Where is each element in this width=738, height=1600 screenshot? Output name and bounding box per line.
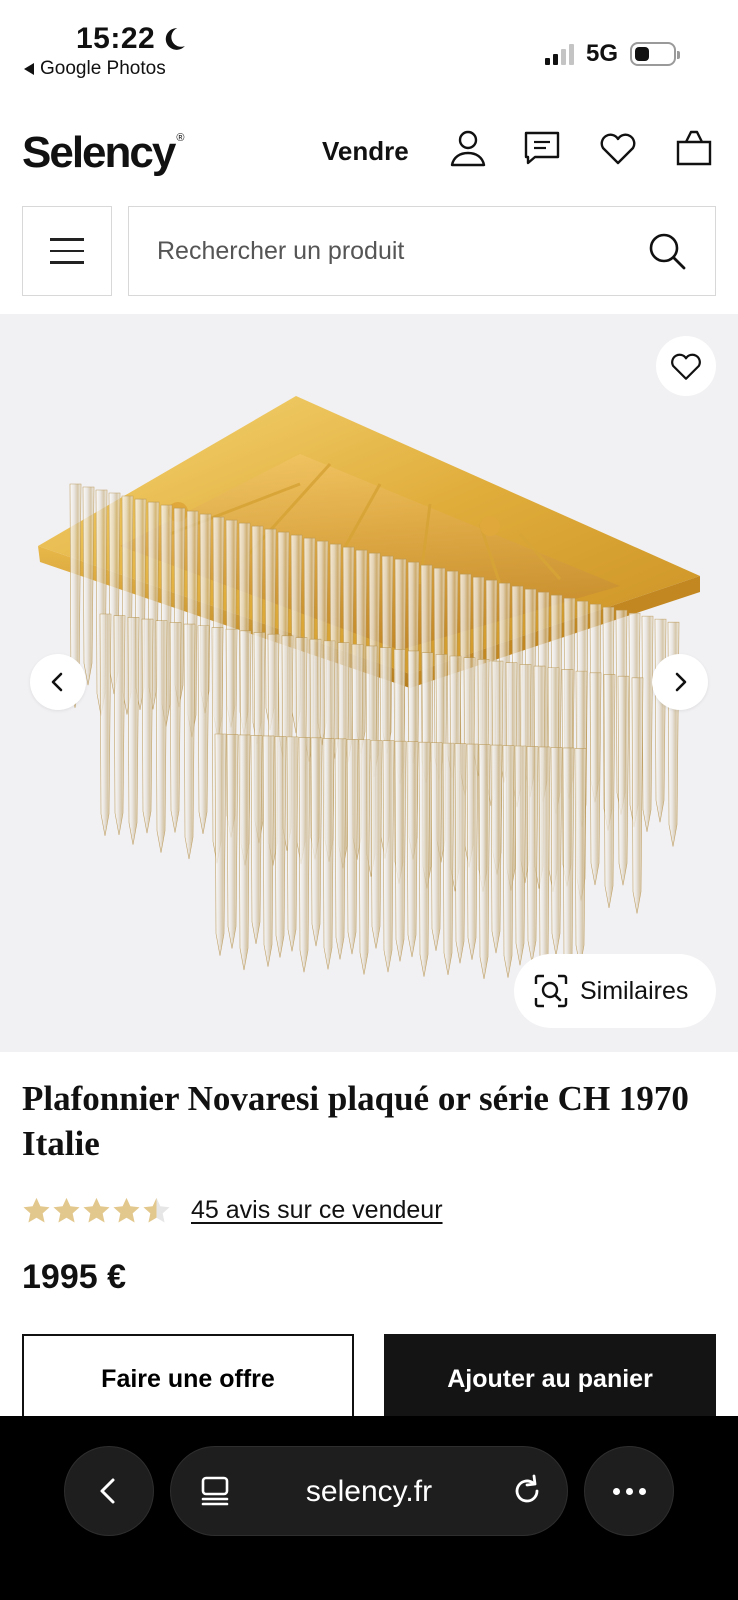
similar-button[interactable]: Similaires (514, 954, 716, 1028)
status-indicators: 5G (544, 40, 680, 68)
address-bar[interactable]: selency.fr (170, 1446, 568, 1536)
next-image-button[interactable] (652, 654, 708, 710)
previous-image-button[interactable] (30, 654, 86, 710)
time-text: 15:22 (76, 22, 156, 55)
browser-toolbar: selency.fr (0, 1416, 738, 1600)
reload-icon[interactable] (509, 1473, 545, 1509)
back-app-label: Google Photos (40, 58, 166, 79)
heart-icon[interactable] (598, 128, 638, 168)
star-icon (53, 1197, 80, 1223)
search-input[interactable] (157, 207, 627, 295)
search-icon[interactable] (647, 231, 687, 271)
menu-button[interactable] (22, 206, 112, 296)
star-icon (143, 1197, 170, 1223)
battery-icon (630, 42, 680, 66)
chevron-left-icon (51, 672, 63, 692)
bag-icon[interactable] (674, 128, 714, 168)
product-price: 1995 € (22, 1258, 126, 1296)
message-icon[interactable] (522, 128, 562, 168)
url-text: selency.fr (305, 1475, 433, 1508)
search-bar[interactable] (128, 206, 716, 296)
visual-search-icon (534, 974, 568, 1008)
star-rating (22, 1196, 171, 1225)
back-triangle-icon (24, 63, 34, 75)
menu-line (50, 238, 84, 241)
favorite-button[interactable] (656, 336, 716, 396)
chandelier-image (38, 396, 700, 982)
network-label: 5G (585, 40, 618, 67)
add-to-cart-button[interactable]: Ajouter au panier (384, 1334, 716, 1424)
star-icon (113, 1197, 140, 1223)
similar-label: Similaires (580, 976, 689, 1005)
status-bar: 15:22 Google Photos 5G (0, 0, 738, 92)
menu-line (50, 261, 84, 264)
dot (612, 1487, 620, 1495)
chevron-right-icon (675, 672, 687, 692)
seller-reviews-link[interactable]: 45 avis sur ce vendeur (191, 1196, 443, 1225)
dot (638, 1487, 646, 1495)
sell-link[interactable]: Vendre (322, 136, 409, 167)
star-icon (23, 1197, 50, 1223)
user-icon[interactable] (448, 128, 488, 168)
make-offer-button[interactable]: Faire une offre (22, 1334, 354, 1424)
product-gallery[interactable]: Similaires (0, 314, 738, 1052)
menu-line (50, 249, 84, 253)
chevron-left-icon (100, 1478, 115, 1504)
site-header: Selency ® Vendre (0, 118, 738, 188)
status-time: 15:22 (76, 22, 187, 56)
more-options-button[interactable] (584, 1446, 674, 1536)
product-title: Plafonnier Novaresi plaqué or série CH 1… (22, 1079, 689, 1163)
star-icon (83, 1197, 110, 1223)
moon-icon (166, 28, 186, 50)
back-to-app[interactable]: Google Photos (24, 58, 166, 80)
selency-logo[interactable]: Selency ® (22, 128, 184, 178)
rating-row: 45 avis sur ce vendeur (22, 1196, 443, 1225)
heart-outline-icon (671, 353, 701, 380)
dot (625, 1487, 633, 1495)
signal-icon (544, 43, 574, 65)
browser-back-button[interactable] (64, 1446, 154, 1536)
